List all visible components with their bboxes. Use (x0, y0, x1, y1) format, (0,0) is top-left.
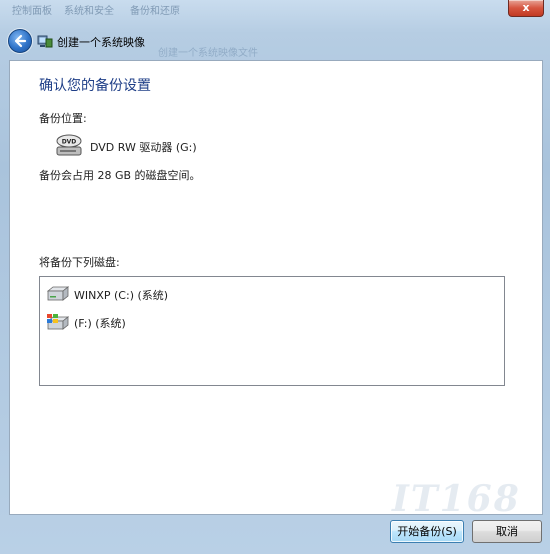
dvd-drive-icon: DVD (56, 134, 82, 156)
breadcrumb-backup-restore: 备份和还原 (130, 6, 180, 17)
ghost-subtitle: 创建一个系统映像文件 (158, 48, 258, 59)
page-title: 创建一个系统映像 (57, 36, 145, 49)
cancel-button[interactable]: 取消 (472, 520, 542, 543)
start-backup-button[interactable]: 开始备份(S) (390, 520, 464, 543)
content-panel: 确认您的备份设置 备份位置: DVD DVD RW 驱动器 (G:) 备份会占用… (9, 60, 543, 515)
backup-space-note: 备份会占用 28 GB 的磁盘空间。 (39, 169, 201, 182)
disks-label: 将备份下列磁盘: (39, 256, 120, 269)
disk-f-label: (F:) (系统) (74, 317, 126, 330)
back-arrow-icon (14, 34, 27, 48)
confirm-heading: 确认您的备份设置 (39, 78, 151, 94)
backup-location-device: DVD RW 驱动器 (G:) (90, 141, 197, 154)
backup-app-icon (37, 35, 53, 48)
disk-c-label: WINXP (C:) (系统) (74, 289, 169, 302)
breadcrumb-control-panel: 控制面板 (12, 6, 52, 17)
close-button[interactable]: x (508, 0, 544, 17)
hard-drive-icon (46, 286, 70, 301)
breadcrumb-system-security: 系统和安全 (64, 6, 114, 17)
close-icon: x (522, 1, 530, 14)
dvd-icon-text: DVD (62, 139, 77, 146)
window-frame: 控制面板 系统和安全 备份和还原 x 创建一个系统映像 创建一个系统映像文件 确… (0, 0, 550, 554)
backup-location-label: 备份位置: (39, 112, 87, 125)
title-bar: 控制面板 系统和安全 备份和还原 x (0, 0, 550, 22)
navigation-bar: 创建一个系统映像 创建一个系统映像文件 (0, 22, 550, 60)
footer-bar: 开始备份(S) 取消 (0, 514, 550, 554)
windows-drive-icon (46, 314, 70, 330)
back-button[interactable] (8, 29, 32, 53)
disk-list[interactable]: WINXP (C:) (系统) (F:) (系统) (39, 276, 505, 386)
